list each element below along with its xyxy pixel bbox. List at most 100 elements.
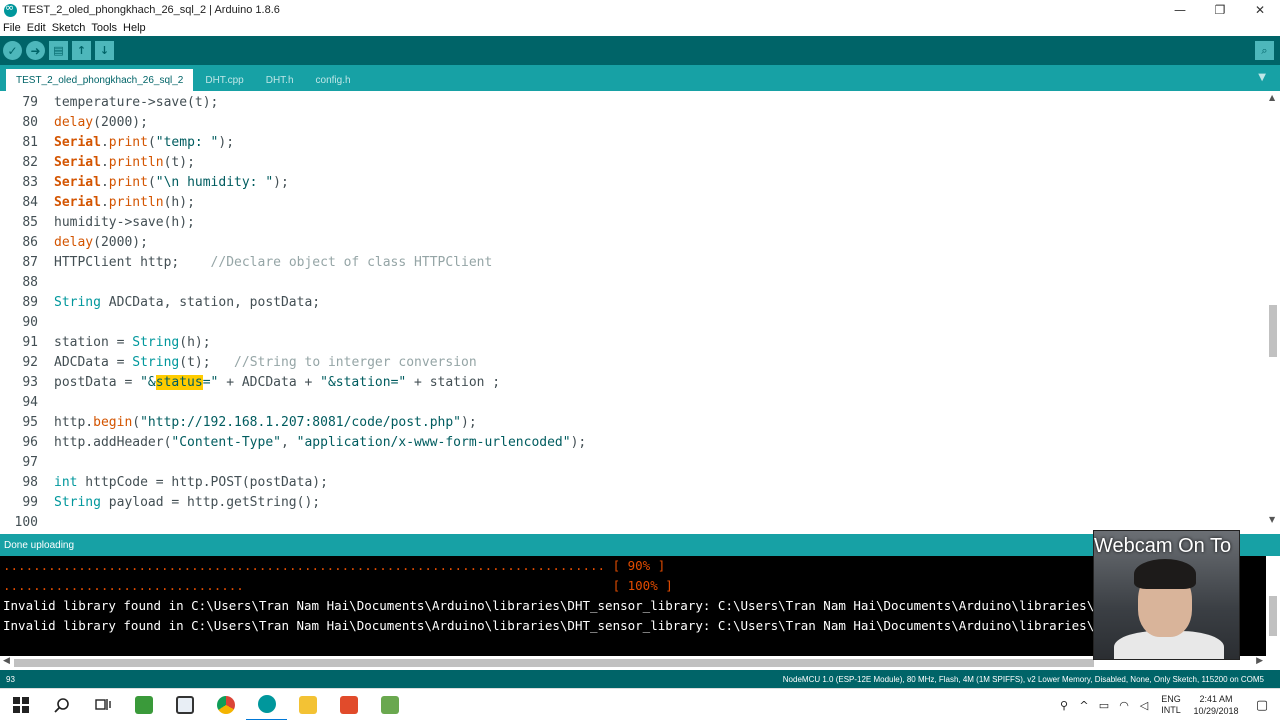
code-token: ); — [218, 135, 235, 150]
arduino-icon[interactable] — [246, 689, 287, 720]
battery-icon[interactable]: ▭ — [1094, 699, 1114, 712]
line-number: 98 — [22, 475, 38, 490]
upload-button[interactable]: ➜ — [26, 41, 45, 60]
open-sketch-button[interactable]: ↑ — [72, 41, 91, 60]
menu-edit[interactable]: Edit — [27, 22, 46, 34]
code-editor[interactable]: 79 temperature->save(t); 80 delay(2000); 81 S… — [0, 91, 1266, 526]
code-line[interactable]: 86 delay(2000); — [0, 233, 1266, 253]
app-red-icon[interactable] — [328, 689, 369, 720]
code-token: HTTPClient http; — [54, 255, 211, 270]
windows-taskbar: ⚲ ^ ▭ ◠ ◁ ENG INTL 2:41 AM 10/29/2018 ▢ — [0, 688, 1280, 720]
code-token: , — [280, 435, 297, 450]
scroll-left-icon[interactable]: ◀ — [3, 656, 10, 666]
new-sketch-button[interactable]: ▤ — [49, 41, 68, 60]
code-line[interactable]: 99 String payload = http.getString(); — [0, 493, 1266, 513]
task-view-icon[interactable] — [82, 689, 123, 720]
people-icon[interactable]: ⚲ — [1054, 699, 1074, 712]
code-line[interactable]: 96 http.addHeader("Content-Type", "applic… — [0, 433, 1266, 453]
output-console[interactable]: ........................................… — [0, 556, 1266, 656]
code-token: delay — [54, 115, 94, 130]
code-line[interactable]: 93 postData = "&status=" + ADCData + "&st… — [0, 373, 1266, 393]
verify-button[interactable]: ✓ — [3, 41, 22, 60]
code-line[interactable]: 97 — [0, 453, 1266, 473]
code-line[interactable]: 94 — [0, 393, 1266, 413]
line-number: 88 — [22, 275, 38, 290]
code-line[interactable]: 90 — [0, 313, 1266, 333]
tab-dht-h[interactable]: DHT.h — [256, 69, 304, 91]
input-language[interactable]: ENG INTL — [1154, 694, 1188, 716]
line-number: 97 — [22, 455, 38, 470]
console-progress-90: ........................................… — [3, 558, 666, 573]
code-line[interactable]: 85 humidity->save(h); — [0, 213, 1266, 233]
code-line[interactable]: 82 Serial.println(t); — [0, 153, 1266, 173]
code-line[interactable]: 84 Serial.println(h); — [0, 193, 1266, 213]
code-token: ( — [147, 135, 156, 150]
line-number: 82 — [22, 155, 38, 170]
code-line[interactable]: 95 http.begin("http://192.168.1.207:8081/… — [0, 413, 1266, 433]
lang-primary: ENG — [1161, 694, 1181, 704]
restore-button[interactable]: ❐ — [1200, 0, 1240, 20]
line-number: 86 — [22, 235, 38, 250]
search-icon[interactable] — [41, 689, 82, 720]
code-line[interactable]: 98 int httpCode = http.POST(postData); — [0, 473, 1266, 493]
code-line[interactable]: 87 HTTPClient http; //Declare object of c… — [0, 253, 1266, 273]
code-line[interactable]: 79 temperature->save(t); — [0, 93, 1266, 113]
volume-icon[interactable]: ◁ — [1134, 699, 1154, 712]
clock-time: 2:41 AM — [1199, 694, 1233, 704]
arduino-app-icon — [4, 1, 17, 17]
store-icon[interactable] — [164, 689, 205, 720]
console-error-line: Invalid library found in C:\Users\Tran N… — [3, 618, 1102, 633]
code-line[interactable]: 89 String ADCData, station, postData; — [0, 293, 1266, 313]
line-number: 80 — [22, 115, 38, 130]
serial-monitor-button[interactable]: ⌕ — [1255, 41, 1274, 60]
board-info: NodeMCU 1.0 (ESP-12E Module), 80 MHz, Fl… — [782, 674, 1264, 684]
console-vertical-scrollbar[interactable] — [1266, 556, 1280, 656]
scroll-down-icon[interactable]: ▼ — [1269, 515, 1275, 524]
scroll-up-icon[interactable]: ▲ — [1269, 93, 1275, 102]
console-horizontal-scrollbar[interactable]: ◀ ▶ — [0, 656, 1266, 670]
code-line[interactable]: 91 station = String(h); — [0, 333, 1266, 353]
code-line[interactable]: 80 delay(2000); — [0, 113, 1266, 133]
line-number: 95 — [22, 415, 38, 430]
wifi-icon[interactable]: ◠ — [1114, 699, 1134, 712]
notification-icon[interactable]: ▢ — [1244, 698, 1280, 713]
console-scroll-thumb[interactable] — [1269, 596, 1277, 636]
code-token: "http://192.168.1.207:8081/code/post.php… — [140, 415, 462, 430]
file-explorer-icon[interactable] — [287, 689, 328, 720]
tab-dht-cpp[interactable]: DHT.cpp — [195, 69, 253, 91]
clock[interactable]: 2:41 AM 10/29/2018 — [1188, 693, 1244, 717]
code-line[interactable]: 88 — [0, 273, 1266, 293]
menu-sketch[interactable]: Sketch — [52, 22, 86, 34]
minimize-button[interactable]: — — [1160, 0, 1200, 20]
close-button[interactable]: ✕ — [1240, 0, 1280, 20]
code-line[interactable]: 83 Serial.print("\n humidity: "); — [0, 173, 1266, 193]
console-hscroll-thumb[interactable] — [14, 659, 1094, 667]
tab-main-sketch[interactable]: TEST_2_oled_phongkhach_26_sql_2 — [6, 69, 194, 91]
menu-tools[interactable]: Tools — [91, 22, 117, 34]
webcam-person-hair — [1134, 559, 1196, 589]
line-number: 92 — [22, 355, 38, 370]
app-green-icon[interactable] — [123, 689, 164, 720]
console-progress-100: ................................ [ 100% … — [3, 578, 673, 593]
code-token: "\n humidity: " — [155, 175, 274, 190]
tab-menu-icon[interactable]: ▼ — [1258, 72, 1266, 83]
code-line[interactable]: 92 ADCData = String(t); //String to inter… — [0, 353, 1266, 373]
chrome-icon[interactable] — [205, 689, 246, 720]
menu-help[interactable]: Help — [123, 22, 146, 34]
code-token: (t); — [179, 355, 235, 370]
menu-file[interactable]: File — [3, 22, 21, 34]
editor-scroll-thumb[interactable] — [1269, 305, 1277, 357]
code-line[interactable]: 81 Serial.print("temp: "); — [0, 133, 1266, 153]
save-sketch-button[interactable]: ↓ — [95, 41, 114, 60]
line-number: 96 — [22, 435, 38, 450]
tab-config-h[interactable]: config.h — [306, 69, 361, 91]
code-token: ); — [273, 175, 289, 190]
chevron-up-icon[interactable]: ^ — [1074, 699, 1094, 712]
app-notepad-icon[interactable] — [369, 689, 410, 720]
start-icon[interactable] — [0, 689, 41, 720]
code-line[interactable]: 100 — [0, 513, 1266, 526]
code-token: . — [100, 135, 109, 150]
code-token: print — [108, 175, 148, 190]
editor-vertical-scrollbar[interactable]: ▲ ▼ — [1266, 91, 1280, 526]
scroll-right-icon[interactable]: ▶ — [1256, 656, 1263, 666]
